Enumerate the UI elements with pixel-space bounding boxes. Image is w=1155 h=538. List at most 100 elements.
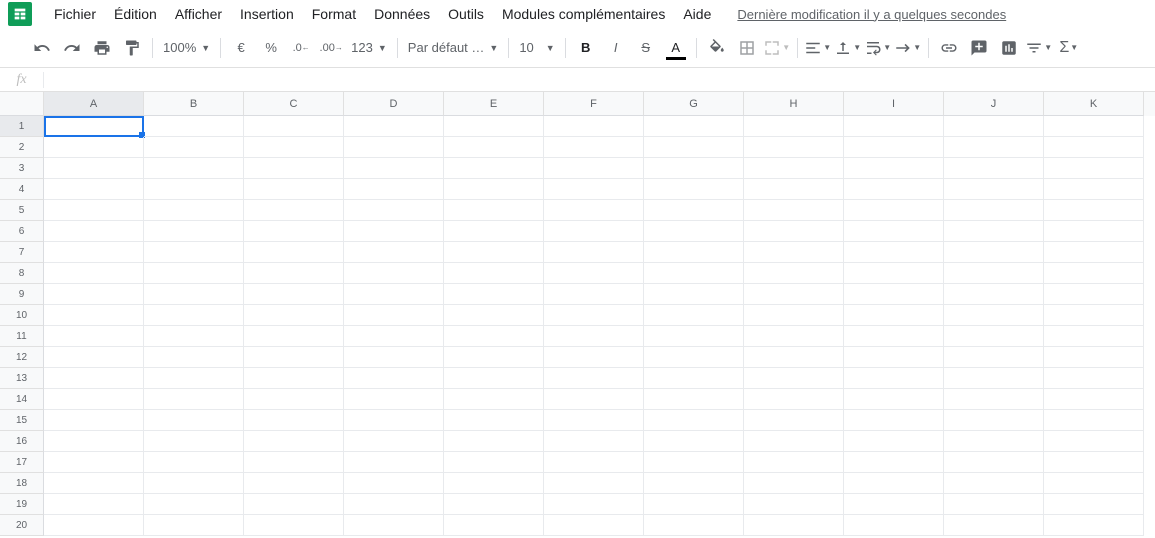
cell[interactable] bbox=[1044, 410, 1144, 431]
cell[interactable] bbox=[244, 494, 344, 515]
cell[interactable] bbox=[644, 473, 744, 494]
cell[interactable] bbox=[544, 179, 644, 200]
cell[interactable] bbox=[844, 263, 944, 284]
cell[interactable] bbox=[444, 200, 544, 221]
cell[interactable] bbox=[544, 368, 644, 389]
cell[interactable] bbox=[944, 347, 1044, 368]
text-rotation-button[interactable]: ▼ bbox=[894, 34, 922, 62]
cell[interactable] bbox=[844, 452, 944, 473]
cell[interactable] bbox=[244, 116, 344, 137]
cell[interactable] bbox=[944, 221, 1044, 242]
cell[interactable] bbox=[444, 515, 544, 536]
cell[interactable] bbox=[44, 473, 144, 494]
percent-button[interactable]: % bbox=[257, 34, 285, 62]
filter-button[interactable]: ▼ bbox=[1025, 34, 1053, 62]
cell[interactable] bbox=[544, 284, 644, 305]
cell[interactable] bbox=[144, 179, 244, 200]
cell[interactable] bbox=[744, 200, 844, 221]
cell[interactable] bbox=[344, 137, 444, 158]
cell[interactable] bbox=[944, 452, 1044, 473]
cell[interactable] bbox=[744, 179, 844, 200]
cell[interactable] bbox=[744, 368, 844, 389]
cell[interactable] bbox=[1044, 263, 1144, 284]
cell[interactable] bbox=[844, 473, 944, 494]
row-header[interactable]: 2 bbox=[0, 137, 44, 158]
menu-fichier[interactable]: Fichier bbox=[46, 2, 104, 26]
increase-decimal-button[interactable]: .00→ bbox=[317, 34, 345, 62]
menu-modules[interactable]: Modules complémentaires bbox=[494, 2, 673, 26]
cell[interactable] bbox=[244, 263, 344, 284]
cell[interactable] bbox=[1044, 158, 1144, 179]
cell[interactable] bbox=[144, 473, 244, 494]
cell[interactable] bbox=[844, 368, 944, 389]
cell[interactable] bbox=[644, 263, 744, 284]
cell[interactable] bbox=[244, 473, 344, 494]
column-header[interactable]: B bbox=[144, 92, 244, 116]
cell[interactable] bbox=[44, 137, 144, 158]
column-header[interactable]: E bbox=[444, 92, 544, 116]
cell[interactable] bbox=[644, 200, 744, 221]
cell[interactable] bbox=[944, 410, 1044, 431]
column-header[interactable]: G bbox=[644, 92, 744, 116]
cell[interactable] bbox=[544, 116, 644, 137]
cell[interactable] bbox=[344, 347, 444, 368]
cell[interactable] bbox=[744, 263, 844, 284]
cell[interactable] bbox=[644, 326, 744, 347]
cell[interactable] bbox=[1044, 116, 1144, 137]
cell[interactable] bbox=[844, 116, 944, 137]
cell[interactable] bbox=[444, 221, 544, 242]
row-header[interactable]: 4 bbox=[0, 179, 44, 200]
cell[interactable] bbox=[444, 473, 544, 494]
cell[interactable] bbox=[144, 305, 244, 326]
merge-cells-button[interactable]: ▼ bbox=[763, 34, 791, 62]
print-button[interactable] bbox=[88, 34, 116, 62]
cell[interactable] bbox=[844, 284, 944, 305]
column-header[interactable]: C bbox=[244, 92, 344, 116]
cell[interactable] bbox=[444, 116, 544, 137]
row-header[interactable]: 13 bbox=[0, 368, 44, 389]
cell[interactable] bbox=[1044, 515, 1144, 536]
cell[interactable] bbox=[844, 326, 944, 347]
cell[interactable] bbox=[344, 473, 444, 494]
cell[interactable] bbox=[44, 431, 144, 452]
cell[interactable] bbox=[744, 116, 844, 137]
cell[interactable] bbox=[644, 431, 744, 452]
cell[interactable] bbox=[944, 179, 1044, 200]
cell[interactable] bbox=[944, 473, 1044, 494]
cell[interactable] bbox=[644, 179, 744, 200]
cell[interactable] bbox=[944, 515, 1044, 536]
cell[interactable] bbox=[344, 410, 444, 431]
cell[interactable] bbox=[1044, 284, 1144, 305]
cell[interactable] bbox=[544, 242, 644, 263]
cell[interactable] bbox=[744, 347, 844, 368]
cell[interactable] bbox=[844, 347, 944, 368]
cell[interactable] bbox=[744, 473, 844, 494]
menu-outils[interactable]: Outils bbox=[440, 2, 492, 26]
cell[interactable] bbox=[44, 494, 144, 515]
insert-chart-button[interactable] bbox=[995, 34, 1023, 62]
cell[interactable] bbox=[644, 347, 744, 368]
cell[interactable] bbox=[844, 494, 944, 515]
cell[interactable] bbox=[244, 410, 344, 431]
cell[interactable] bbox=[544, 137, 644, 158]
cell[interactable] bbox=[1044, 452, 1144, 473]
cell[interactable] bbox=[44, 179, 144, 200]
cell[interactable] bbox=[744, 515, 844, 536]
cell[interactable] bbox=[244, 347, 344, 368]
cell[interactable] bbox=[844, 200, 944, 221]
cell[interactable] bbox=[144, 452, 244, 473]
cell[interactable] bbox=[144, 389, 244, 410]
cell[interactable] bbox=[644, 305, 744, 326]
cell[interactable] bbox=[144, 494, 244, 515]
cell[interactable] bbox=[944, 326, 1044, 347]
cell[interactable] bbox=[744, 221, 844, 242]
row-header[interactable]: 3 bbox=[0, 158, 44, 179]
row-header[interactable]: 16 bbox=[0, 431, 44, 452]
cell[interactable] bbox=[1044, 431, 1144, 452]
cell[interactable] bbox=[1044, 494, 1144, 515]
cell[interactable] bbox=[844, 179, 944, 200]
cell[interactable] bbox=[844, 431, 944, 452]
cell[interactable] bbox=[44, 347, 144, 368]
cell[interactable] bbox=[744, 284, 844, 305]
column-header[interactable]: A bbox=[44, 92, 144, 116]
